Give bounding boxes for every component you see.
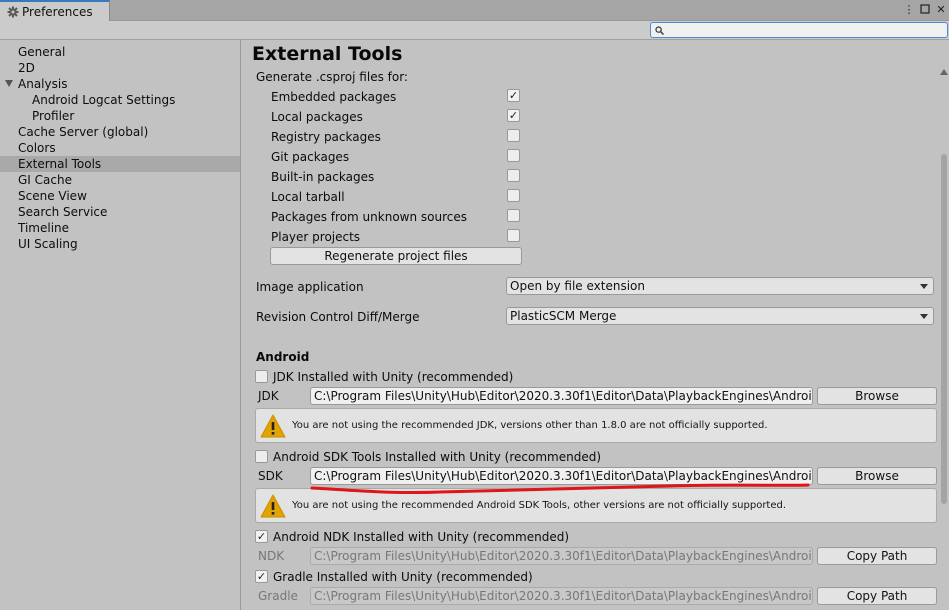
sidebar-item-scene-view[interactable]: Scene View [0,188,240,204]
sdk-label: SDK [258,469,283,483]
csproj-option-label: Local tarball [271,190,345,204]
sdk-warning-box: You are not using the recommended Androi… [255,488,937,523]
csproj-option-label: Embedded packages [271,90,397,104]
maximize-icon[interactable] [919,2,931,16]
foldout-arrow-icon[interactable] [5,80,13,87]
revision-control-dropdown[interactable]: PlasticSCM Merge [506,307,934,325]
jdk-installed-label: JDK Installed with Unity (recommended) [273,370,514,384]
sidebar-item-ui-scaling[interactable]: UI Scaling [0,236,240,252]
jdk-warning-box: You are not using the recommended JDK, v… [255,408,937,443]
external-tools-panel: External Tools Generate .csproj files fo… [242,40,949,610]
kebab-menu-icon[interactable]: ⋮ [903,2,915,16]
jdk-warning-text: You are not using the recommended JDK, v… [292,420,768,431]
git-packages-checkbox[interactable] [507,149,520,162]
revision-control-value: PlasticSCM Merge [510,309,617,323]
sdk-browse-button[interactable]: Browse [817,467,937,485]
jdk-installed-checkbox[interactable] [255,370,268,383]
sidebar-item-search-service[interactable]: Search Service [0,204,240,220]
gradle-path-field: C:\Program Files\Unity\Hub\Editor\2020.3… [310,587,813,605]
embedded-packages-checkbox[interactable]: ✓ [507,89,520,102]
sidebar-item-external-tools[interactable]: External Tools [0,156,240,172]
search-field[interactable] [650,22,948,38]
sidebar-item-colors[interactable]: Colors [0,140,240,156]
android-section-header: Android [256,350,310,364]
sidebar-item-general[interactable]: General [0,44,240,60]
regenerate-project-files-button[interactable]: Regenerate project files [270,247,522,265]
sidebar-item-2d[interactable]: 2D [0,60,240,76]
sdk-installed-checkbox[interactable] [255,450,268,463]
image-application-value: Open by file extension [510,279,645,293]
sidebar-item-analysis[interactable]: Analysis [0,76,240,92]
page-title: External Tools [252,43,403,65]
csproj-heading: Generate .csproj files for: [256,70,408,84]
gradle-installed-checkbox[interactable]: ✓ [255,570,268,583]
csproj-option-label: Packages from unknown sources [271,210,467,224]
builtin-packages-checkbox[interactable] [507,169,520,182]
jdk-path-field[interactable]: C:\Program Files\Unity\Hub\Editor\2020.3… [310,387,813,405]
warning-icon [260,414,286,438]
scrollbar-thumb[interactable] [941,154,947,504]
ndk-installed-label: Android NDK Installed with Unity (recomm… [273,530,570,544]
title-bar: Preferences ⋮ ✕ [0,0,949,21]
sidebar-item-android-logcat-settings[interactable]: Android Logcat Settings [0,92,240,108]
search-icon [655,25,664,35]
close-icon[interactable]: ✕ [935,2,947,16]
player-projects-checkbox[interactable] [507,229,520,242]
chevron-down-icon [920,314,928,319]
chevron-down-icon [920,284,928,289]
scroll-up-arrow-icon[interactable] [940,69,948,75]
sidebar-item-profiler[interactable]: Profiler [0,108,240,124]
registry-packages-checkbox[interactable] [507,129,520,142]
vertical-scrollbar[interactable] [939,66,949,610]
ndk-installed-checkbox[interactable]: ✓ [255,530,268,543]
jdk-browse-button[interactable]: Browse [817,387,937,405]
ndk-copy-path-button[interactable]: Copy Path [817,547,937,565]
sidebar-item-cache-server[interactable]: Cache Server (global) [0,124,240,140]
sidebar-item-timeline[interactable]: Timeline [0,220,240,236]
csproj-option-label: Git packages [271,150,350,164]
preferences-tab[interactable]: Preferences [0,0,110,21]
csproj-option-label: Registry packages [271,130,381,144]
ndk-path-field: C:\Program Files\Unity\Hub\Editor\2020.3… [310,547,813,565]
image-application-dropdown[interactable]: Open by file extension [506,277,934,295]
csproj-option-label: Local packages [271,110,363,124]
local-packages-checkbox[interactable]: ✓ [507,109,520,122]
search-input[interactable] [666,24,947,36]
sdk-installed-label: Android SDK Tools Installed with Unity (… [273,450,602,464]
warning-icon [260,494,286,518]
sdk-warning-text: You are not using the recommended Androi… [292,500,787,511]
local-tarball-checkbox[interactable] [507,189,520,202]
csproj-option-label: Built-in packages [271,170,375,184]
gradle-copy-path-button[interactable]: Copy Path [817,587,937,605]
jdk-label: JDK [258,389,279,403]
ndk-label: NDK [258,549,285,563]
revision-control-label: Revision Control Diff/Merge [256,310,420,324]
csproj-option-label: Player projects [271,230,361,244]
tab-title: Preferences [22,4,93,19]
sidebar-item-gi-cache[interactable]: GI Cache [0,172,240,188]
toolbar [0,21,949,40]
gradle-installed-label: Gradle Installed with Unity (recommended… [273,570,533,584]
unknown-sources-checkbox[interactable] [507,209,520,222]
image-application-label: Image application [256,280,364,294]
gear-icon [7,6,19,17]
preferences-sidebar: General 2D Analysis Android Logcat Setti… [0,40,241,610]
sdk-path-field[interactable]: C:\Program Files\Unity\Hub\Editor\2020.3… [310,467,813,485]
gradle-label: Gradle [258,589,298,603]
sidebar-item-label: Analysis [18,77,68,91]
